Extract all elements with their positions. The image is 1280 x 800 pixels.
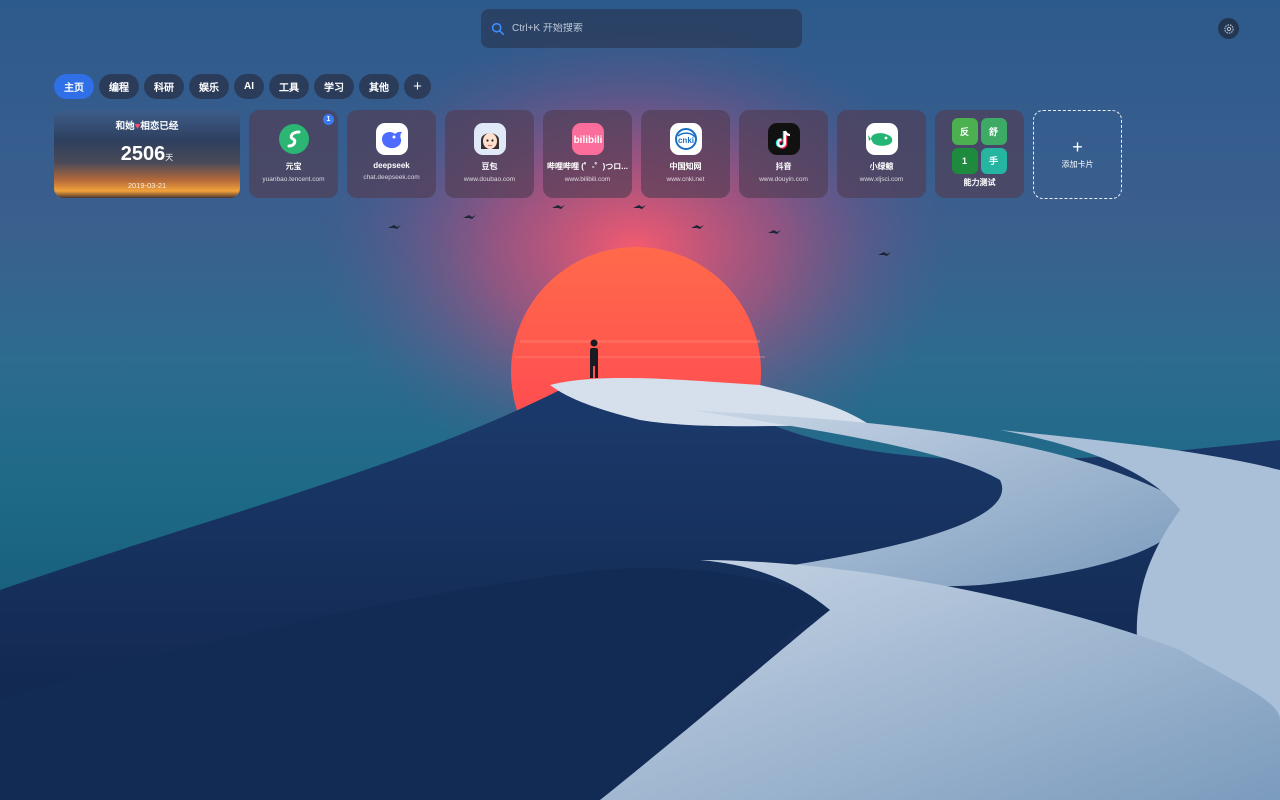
plus-icon: + bbox=[1072, 137, 1083, 157]
xiaolvjing-icon bbox=[865, 123, 898, 155]
card-name: 哔哩哔哩 (゜-゜)つロ... bbox=[547, 162, 628, 171]
shortcut-card-yuanbao[interactable]: 1 元宝 yuanbao.tencent.com bbox=[249, 110, 338, 198]
ability-tile: 手 bbox=[980, 147, 1007, 174]
ability-tile: 反 bbox=[951, 118, 978, 145]
ability-test-grid: 反 舒 1 手 bbox=[951, 118, 1008, 174]
card-url: yuanbao.tencent.com bbox=[262, 176, 325, 183]
svg-text:bilibili: bilibili bbox=[574, 135, 602, 146]
search-input[interactable] bbox=[512, 23, 792, 34]
card-name: deepseek bbox=[373, 161, 410, 170]
tab-ai[interactable]: AI bbox=[234, 74, 264, 99]
search-bar[interactable] bbox=[481, 9, 802, 48]
shortcut-card-bilibili[interactable]: bilibili 哔哩哔哩 (゜-゜)つロ... www.bilibili.co… bbox=[543, 110, 632, 198]
ability-test-card[interactable]: 反 舒 1 手 能力测试 bbox=[935, 110, 1024, 198]
cnki-icon: cnki bbox=[669, 123, 702, 155]
card-name: 抖音 bbox=[775, 162, 792, 171]
card-name: 元宝 bbox=[285, 162, 302, 171]
tab-research[interactable]: 科研 bbox=[144, 74, 184, 99]
shortcut-card-cnki[interactable]: cnki 中国知网 www.cnki.net bbox=[641, 110, 730, 198]
tab-study[interactable]: 学习 bbox=[314, 74, 354, 99]
card-url: www.bilibili.com bbox=[564, 176, 611, 183]
shortcut-card-doubao[interactable]: 豆包 www.doubao.com bbox=[445, 110, 534, 198]
ability-tile: 舒 bbox=[980, 118, 1007, 145]
yuanbao-icon bbox=[278, 123, 310, 155]
ability-tile: 1 bbox=[951, 147, 978, 174]
card-url: www.doubao.com bbox=[463, 176, 516, 183]
deepseek-icon bbox=[375, 123, 408, 155]
tab-programming[interactable]: 编程 bbox=[99, 74, 139, 99]
add-card-button[interactable]: + 添加卡片 bbox=[1033, 110, 1122, 199]
card-name: 小绿鲸 bbox=[869, 162, 894, 171]
doubao-icon bbox=[473, 123, 506, 155]
tab-other[interactable]: 其他 bbox=[359, 74, 399, 99]
tab-entertainment[interactable]: 娱乐 bbox=[189, 74, 229, 99]
card-url: www.douyin.com bbox=[759, 176, 808, 183]
shortcut-card-douyin[interactable]: 抖音 www.douyin.com bbox=[739, 110, 828, 198]
tab-tools[interactable]: 工具 bbox=[269, 74, 309, 99]
search-icon bbox=[491, 22, 504, 35]
bilibili-icon: bilibili bbox=[571, 123, 604, 155]
love-start-date: 2019-03-21 bbox=[127, 181, 167, 190]
shortcut-card-xiaolvjing[interactable]: 小绿鲸 www.xljsci.com bbox=[837, 110, 926, 198]
shortcut-cards: 和她♥相恋已经 2506天 2019-03-21 1 元宝 yuanbao.te… bbox=[54, 110, 1122, 199]
love-days: 2506天 bbox=[120, 143, 174, 165]
love-counter-title: 和她♥相恋已经 bbox=[115, 121, 179, 132]
notification-badge: 1 bbox=[323, 114, 334, 125]
category-tabs: 主页 编程 科研 娱乐 AI 工具 学习 其他 + bbox=[54, 74, 431, 99]
add-tab-button[interactable]: + bbox=[404, 74, 431, 99]
card-url: www.xljsci.com bbox=[859, 176, 904, 183]
card-url: www.cnki.net bbox=[666, 176, 705, 183]
card-name: 豆包 bbox=[481, 162, 498, 171]
add-card-label: 添加卡片 bbox=[1061, 160, 1094, 169]
card-name: 能力测试 bbox=[963, 178, 996, 187]
tab-home[interactable]: 主页 bbox=[54, 74, 94, 99]
svg-text:cnki: cnki bbox=[677, 136, 693, 145]
settings-button[interactable] bbox=[1218, 18, 1239, 39]
douyin-icon bbox=[767, 123, 800, 155]
card-url: chat.deepseek.com bbox=[363, 174, 420, 181]
gear-icon bbox=[1223, 23, 1234, 34]
love-counter-card[interactable]: 和她♥相恋已经 2506天 2019-03-21 bbox=[54, 110, 240, 198]
card-name: 中国知网 bbox=[669, 162, 702, 171]
shortcut-card-deepseek[interactable]: deepseek chat.deepseek.com bbox=[347, 110, 436, 198]
